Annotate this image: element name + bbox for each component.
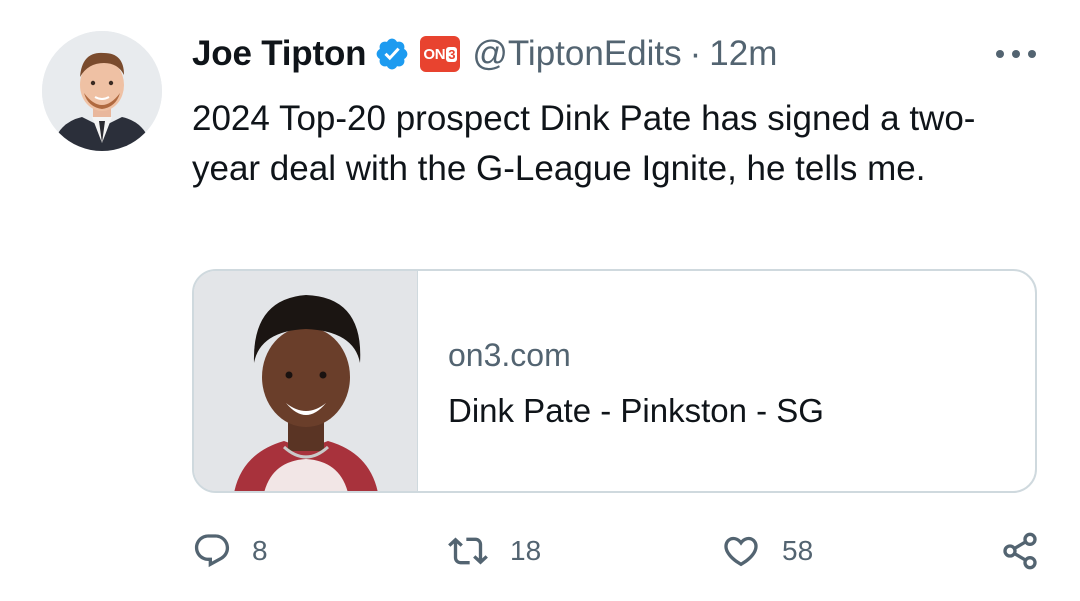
card-thumbnail[interactable] [194,271,418,491]
tweet-header: Joe Tipton ON 3 @TiptonEdits · 12m [192,30,777,78]
affiliate-badge-num: 3 [446,46,458,62]
player-photo [194,271,417,491]
card-title[interactable]: Dink Pate - Pinkston - SG [448,389,824,433]
reply-icon [194,534,230,568]
like-icon [724,536,758,567]
reply-button[interactable]: 8 [192,526,268,576]
avatar-image [42,31,162,151]
more-icon[interactable] [996,40,1036,68]
affiliate-badge[interactable]: ON 3 [420,36,461,72]
separator: · [689,34,702,73]
handle[interactable]: @TiptonEdits [472,34,681,74]
reply-count: 8 [252,535,268,566]
timestamp[interactable]: 12m [709,34,777,74]
action-bar: 8 18 58 [192,526,1042,576]
card-domain: on3.com [448,337,571,373]
tweet[interactable]: Joe Tipton ON 3 @TiptonEdits · 12m 2024 T… [0,0,1080,601]
card-body: on3.com Dink Pate - Pinkston - SG [418,271,824,491]
link-card[interactable]: on3.com Dink Pate - Pinkston - SG [192,269,1037,493]
share-icon [1003,532,1037,570]
tweet-text: 2024 Top-20 prospect Dink Pate has signe… [192,99,976,188]
affiliate-badge-text: ON [423,45,446,63]
avatar[interactable] [42,31,162,151]
share-button[interactable] [1000,526,1040,576]
retweet-button[interactable]: 18 [446,526,541,576]
retweet-count: 18 [510,535,542,566]
like-button[interactable]: 58 [720,526,813,576]
retweet-icon [448,537,488,565]
display-name[interactable]: Joe Tipton [192,34,367,74]
verified-icon[interactable] [374,36,410,72]
like-count: 58 [782,535,814,566]
